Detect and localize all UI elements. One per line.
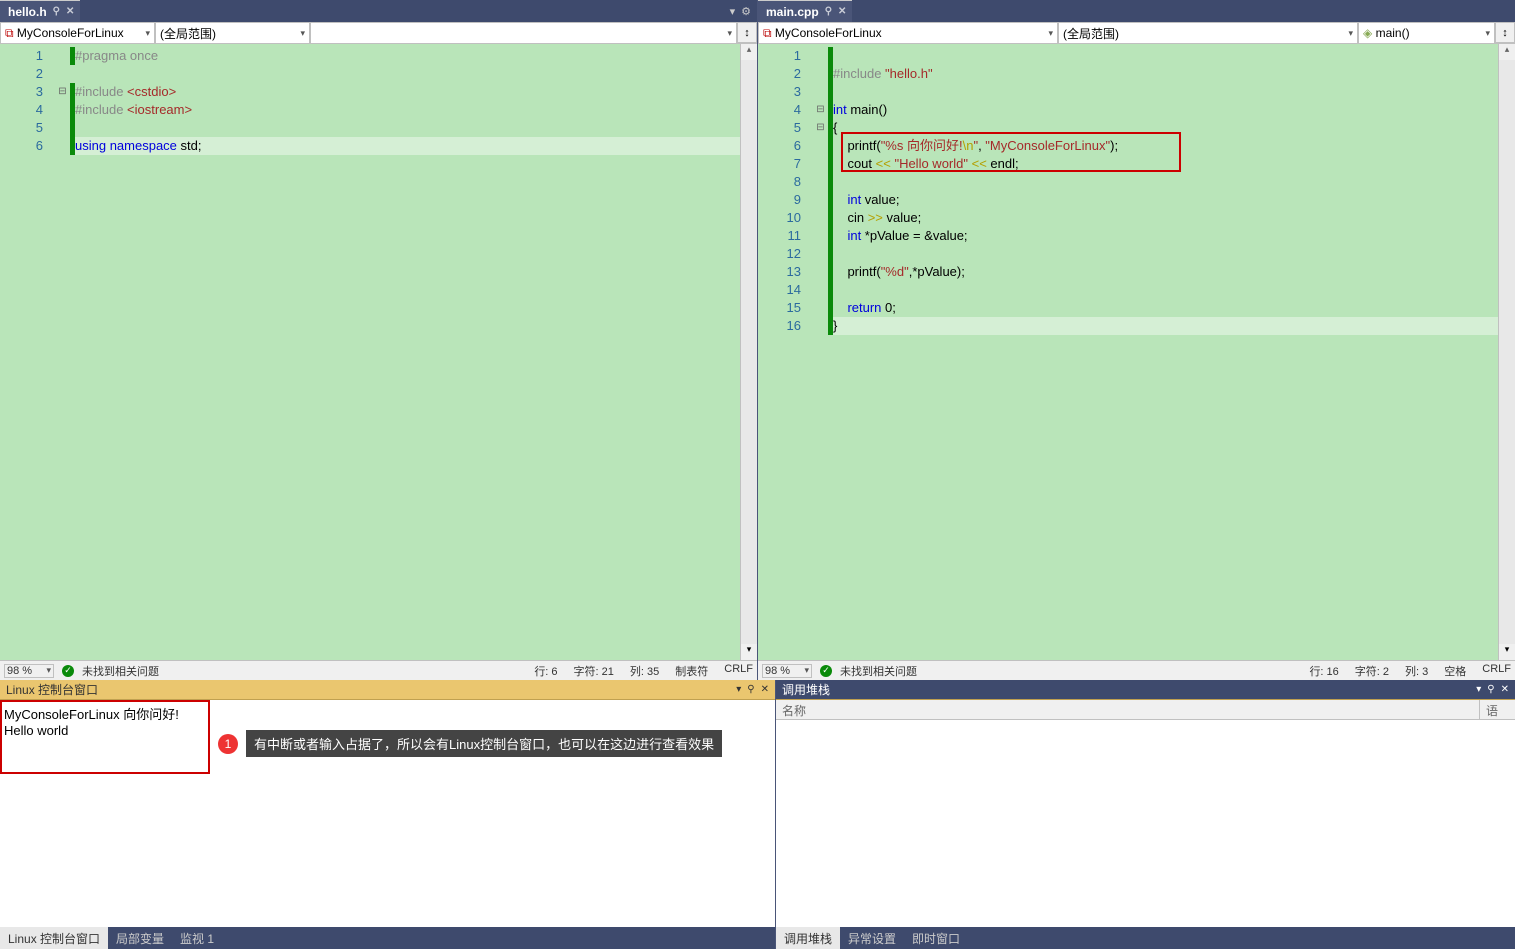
left-tab-bar: hello.h ⚲ ✕ ▾ ⚙ (0, 0, 757, 22)
tab-linux-console[interactable]: Linux 控制台窗口 (0, 927, 108, 949)
issues-text: 未找到相关问题 (82, 663, 159, 679)
callstack-header[interactable]: 调用堆栈 ▾ ⚲ ✕ (776, 680, 1515, 700)
tab-callstack[interactable]: 调用堆栈 (776, 927, 840, 949)
right-status-bar: 98 %▾ ✓ 未找到相关问题 行: 16 字符: 2 列: 3 空格 CRLF (758, 660, 1515, 680)
project-dropdown[interactable]: ⧉ MyConsoleForLinux▾ (758, 22, 1058, 44)
tab-hello-h[interactable]: hello.h ⚲ ✕ (0, 0, 80, 22)
zoom-dropdown[interactable]: 98 %▾ (4, 664, 54, 678)
vertical-scrollbar[interactable]: ▴▾ (1498, 44, 1515, 660)
member-dropdown[interactable]: ▾ (310, 22, 737, 44)
annotation-badge: 1 (218, 734, 238, 754)
dropdown-icon[interactable]: ▾ (1476, 684, 1481, 695)
vertical-scrollbar[interactable]: ▴▾ (740, 44, 757, 660)
pin-icon[interactable]: ⚲ (825, 6, 832, 17)
right-tab-bar: main.cpp ⚲ ✕ (758, 0, 1515, 22)
dropdown-icon[interactable]: ▾ (730, 5, 736, 18)
right-editor-pane: main.cpp ⚲ ✕ ⧉ MyConsoleForLinux▾ (全局范围)… (758, 0, 1515, 680)
fold-column: ⊟⊟ (813, 44, 828, 660)
line-status: 行: 6 (534, 663, 557, 679)
check-icon: ✓ (820, 665, 832, 677)
console-header[interactable]: Linux 控制台窗口 ▾ ⚲ ✕ (0, 680, 775, 700)
close-icon[interactable]: ✕ (838, 6, 846, 17)
tab-immediate[interactable]: 即时窗口 (904, 927, 968, 949)
annotation-text: 有中断或者输入占据了，所以会有Linux控制台窗口，也可以在这边进行查看效果 (246, 730, 722, 757)
gear-icon[interactable]: ⚙ (741, 5, 751, 18)
callstack-title: 调用堆栈 (782, 681, 830, 698)
right-code-text[interactable]: #include "hello.h" int main() { printf("… (833, 44, 1498, 660)
right-code-area[interactable]: 12 34 56 78 910 1112 1314 1516 ⊟⊟ (758, 44, 1515, 660)
left-line-numbers: 1 2 3 4 5 6 (0, 44, 55, 660)
close-icon[interactable]: ✕ (761, 684, 769, 695)
tab-label: hello.h (8, 5, 47, 19)
left-nav-bar: ⧉ MyConsoleForLinux▾ (全局范围)▾ ▾ ↕ (0, 22, 757, 44)
scope-dropdown[interactable]: (全局范围)▾ (1058, 22, 1358, 44)
col-status: 列: 35 (630, 663, 659, 679)
left-code-text[interactable]: #pragma once #include <cstdio> #include … (75, 44, 740, 660)
left-status-bar: 98 %▾ ✓ 未找到相关问题 行: 6 字符: 21 列: 35 制表符 CR… (0, 660, 757, 680)
right-nav-bar: ⧉ MyConsoleForLinux▾ (全局范围)▾ ◈ main()▾ ↕ (758, 22, 1515, 44)
console-panel: Linux 控制台窗口 ▾ ⚲ ✕ MyConsoleForLinux 向你问好… (0, 680, 776, 949)
tab-status: 空格 (1444, 663, 1466, 679)
console-title: Linux 控制台窗口 (6, 681, 98, 698)
char-status: 字符: 2 (1355, 663, 1389, 679)
split-icon[interactable]: ↕ (737, 22, 757, 43)
right-line-numbers: 12 34 56 78 910 1112 1314 1516 (758, 44, 813, 660)
annotation: 1 有中断或者输入占据了，所以会有Linux控制台窗口，也可以在这边进行查看效果 (218, 730, 722, 757)
line-status: 行: 16 (1309, 663, 1338, 679)
bottom-right-tabs: 调用堆栈 异常设置 即时窗口 (776, 927, 1515, 949)
tab-status: 制表符 (675, 663, 708, 679)
callstack-columns: 名称 语言 (776, 700, 1515, 720)
eol-status: CRLF (1482, 663, 1511, 679)
tab-bar-actions: ▾ ⚙ (730, 5, 757, 18)
tab-locals[interactable]: 局部变量 (108, 927, 172, 949)
eol-status: CRLF (724, 663, 753, 679)
pin-icon[interactable]: ⚲ (1487, 684, 1494, 695)
col-status: 列: 3 (1405, 663, 1428, 679)
console-body[interactable]: MyConsoleForLinux 向你问好! Hello world 1 有中… (0, 700, 775, 927)
left-editor-pane: hello.h ⚲ ✕ ▾ ⚙ ⧉ MyConsoleForLinux▾ (全局… (0, 0, 758, 680)
tab-watch[interactable]: 监视 1 (172, 927, 222, 949)
col-lang[interactable]: 语言 (1480, 700, 1515, 719)
split-icon[interactable]: ↕ (1495, 22, 1515, 43)
tab-main-cpp[interactable]: main.cpp ⚲ ✕ (758, 0, 852, 22)
pin-icon[interactable]: ⚲ (53, 6, 60, 17)
callstack-panel: 调用堆栈 ▾ ⚲ ✕ 名称 语言 调用堆栈 异常设置 即时窗口 (776, 680, 1515, 949)
scope-dropdown[interactable]: (全局范围)▾ (155, 22, 310, 44)
fold-column: ⊟ (55, 44, 70, 660)
pin-icon[interactable]: ⚲ (747, 684, 754, 695)
dropdown-icon[interactable]: ▾ (736, 684, 741, 695)
left-code-area[interactable]: 1 2 3 4 5 6 ⊟ #pragma once #include <cst… (0, 44, 757, 660)
bottom-left-tabs: Linux 控制台窗口 局部变量 监视 1 (0, 927, 775, 949)
zoom-dropdown[interactable]: 98 %▾ (762, 664, 812, 678)
console-highlight-box (0, 700, 210, 774)
char-status: 字符: 21 (574, 663, 614, 679)
close-icon[interactable]: ✕ (66, 6, 74, 17)
close-icon[interactable]: ✕ (1501, 684, 1509, 695)
tab-exceptions[interactable]: 异常设置 (840, 927, 904, 949)
tab-label: main.cpp (766, 5, 819, 19)
col-name[interactable]: 名称 (776, 700, 1480, 719)
callstack-body[interactable] (776, 720, 1515, 927)
member-dropdown[interactable]: ◈ main()▾ (1358, 22, 1495, 44)
project-dropdown[interactable]: ⧉ MyConsoleForLinux▾ (0, 22, 155, 44)
check-icon: ✓ (62, 665, 74, 677)
issues-text: 未找到相关问题 (840, 663, 917, 679)
